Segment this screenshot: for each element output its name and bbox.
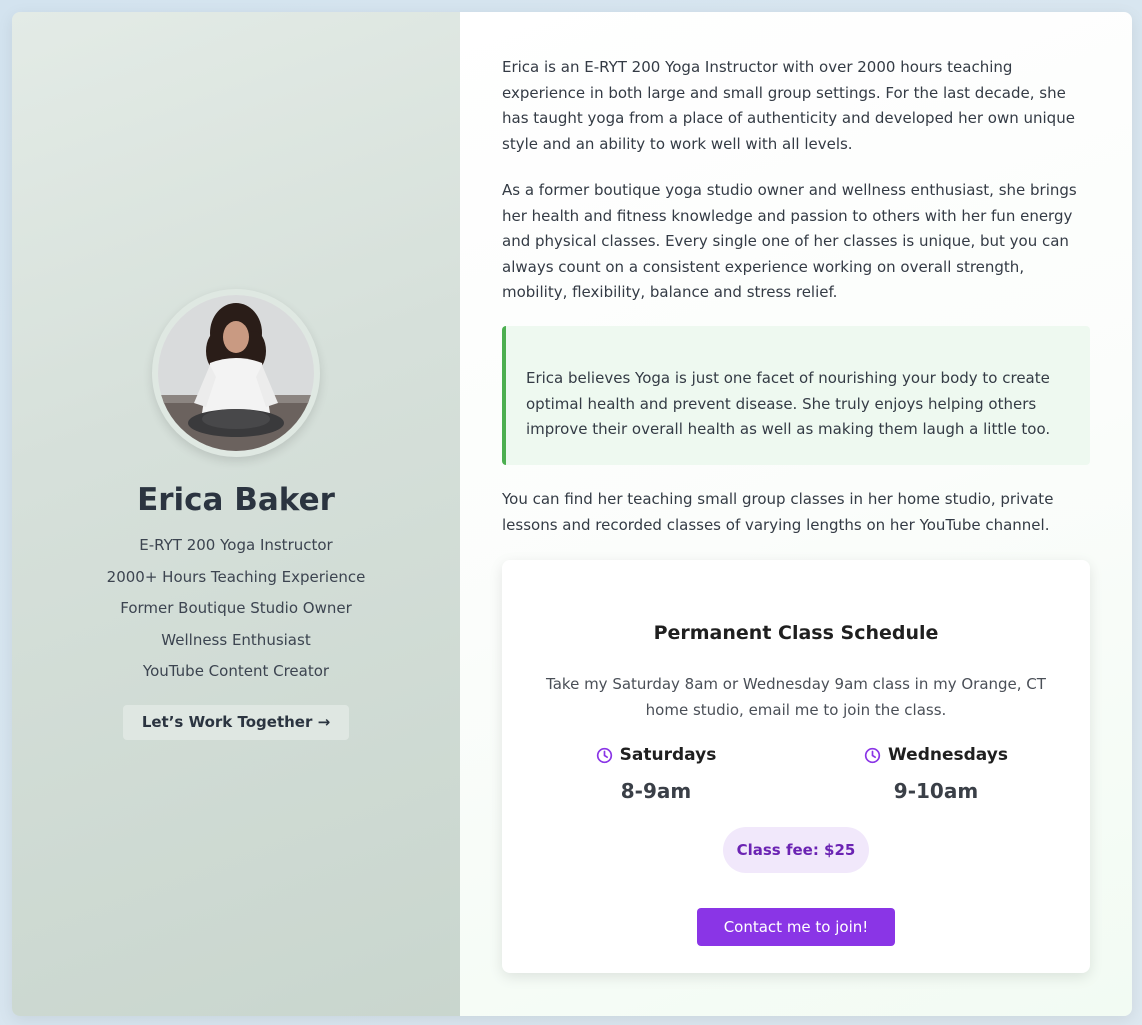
day-name: Wednesdays [888,745,1008,765]
schedule-title: Permanent Class Schedule [653,622,939,644]
profile-photo [158,295,314,451]
schedule-day-wednesday: Wednesdays 9-10am [836,743,1036,803]
credential-item: YouTube Content Creator [142,662,330,681]
day-name: Saturdays [619,745,717,765]
clock-icon [864,747,881,764]
bio-quote: Erica believes Yoga is just one facet of… [502,326,1090,465]
bio-panel: Erica is an E-RYT 200 Yoga Instructor wi… [460,12,1132,1016]
profile-card: Erica Baker E-RYT 200 Yoga Instructor 20… [12,12,1132,1016]
contact-button[interactable]: Contact me to join! [697,908,895,946]
bio-paragraph-3: You can find her teaching small group cl… [502,490,1054,534]
schedule-card: Permanent Class Schedule Take my Saturda… [502,560,1090,973]
day-time: 8-9am [620,778,692,803]
class-fee-badge: Class fee: $25 [723,827,869,873]
bio-paragraph-1: Erica is an E-RYT 200 Yoga Instructor wi… [502,58,1075,153]
work-together-button[interactable]: Let’s Work Together → [123,705,349,740]
bio-paragraph-2: As a former boutique yoga studio owner a… [502,181,1077,301]
day-time: 9-10am [893,778,979,803]
credential-item: Wellness Enthusiast [161,630,311,649]
schedule-day-saturday: Saturdays 8-9am [556,743,756,803]
avatar [152,289,320,457]
credential-item: E-RYT 200 Yoga Instructor [139,536,333,554]
schedule-description: Take my Saturday 8am or Wednesday 9am cl… [546,675,1046,719]
clock-icon [596,747,613,764]
credentials-list: E-RYT 200 Yoga Instructor 2000+ Hours Te… [12,534,460,692]
instructor-name: Erica Baker [137,482,335,518]
credential-item: Former Boutique Studio Owner [120,599,352,618]
credential-item: 2000+ Hours Teaching Experience [106,567,366,586]
profile-sidebar: Erica Baker E-RYT 200 Yoga Instructor 20… [12,12,460,1016]
